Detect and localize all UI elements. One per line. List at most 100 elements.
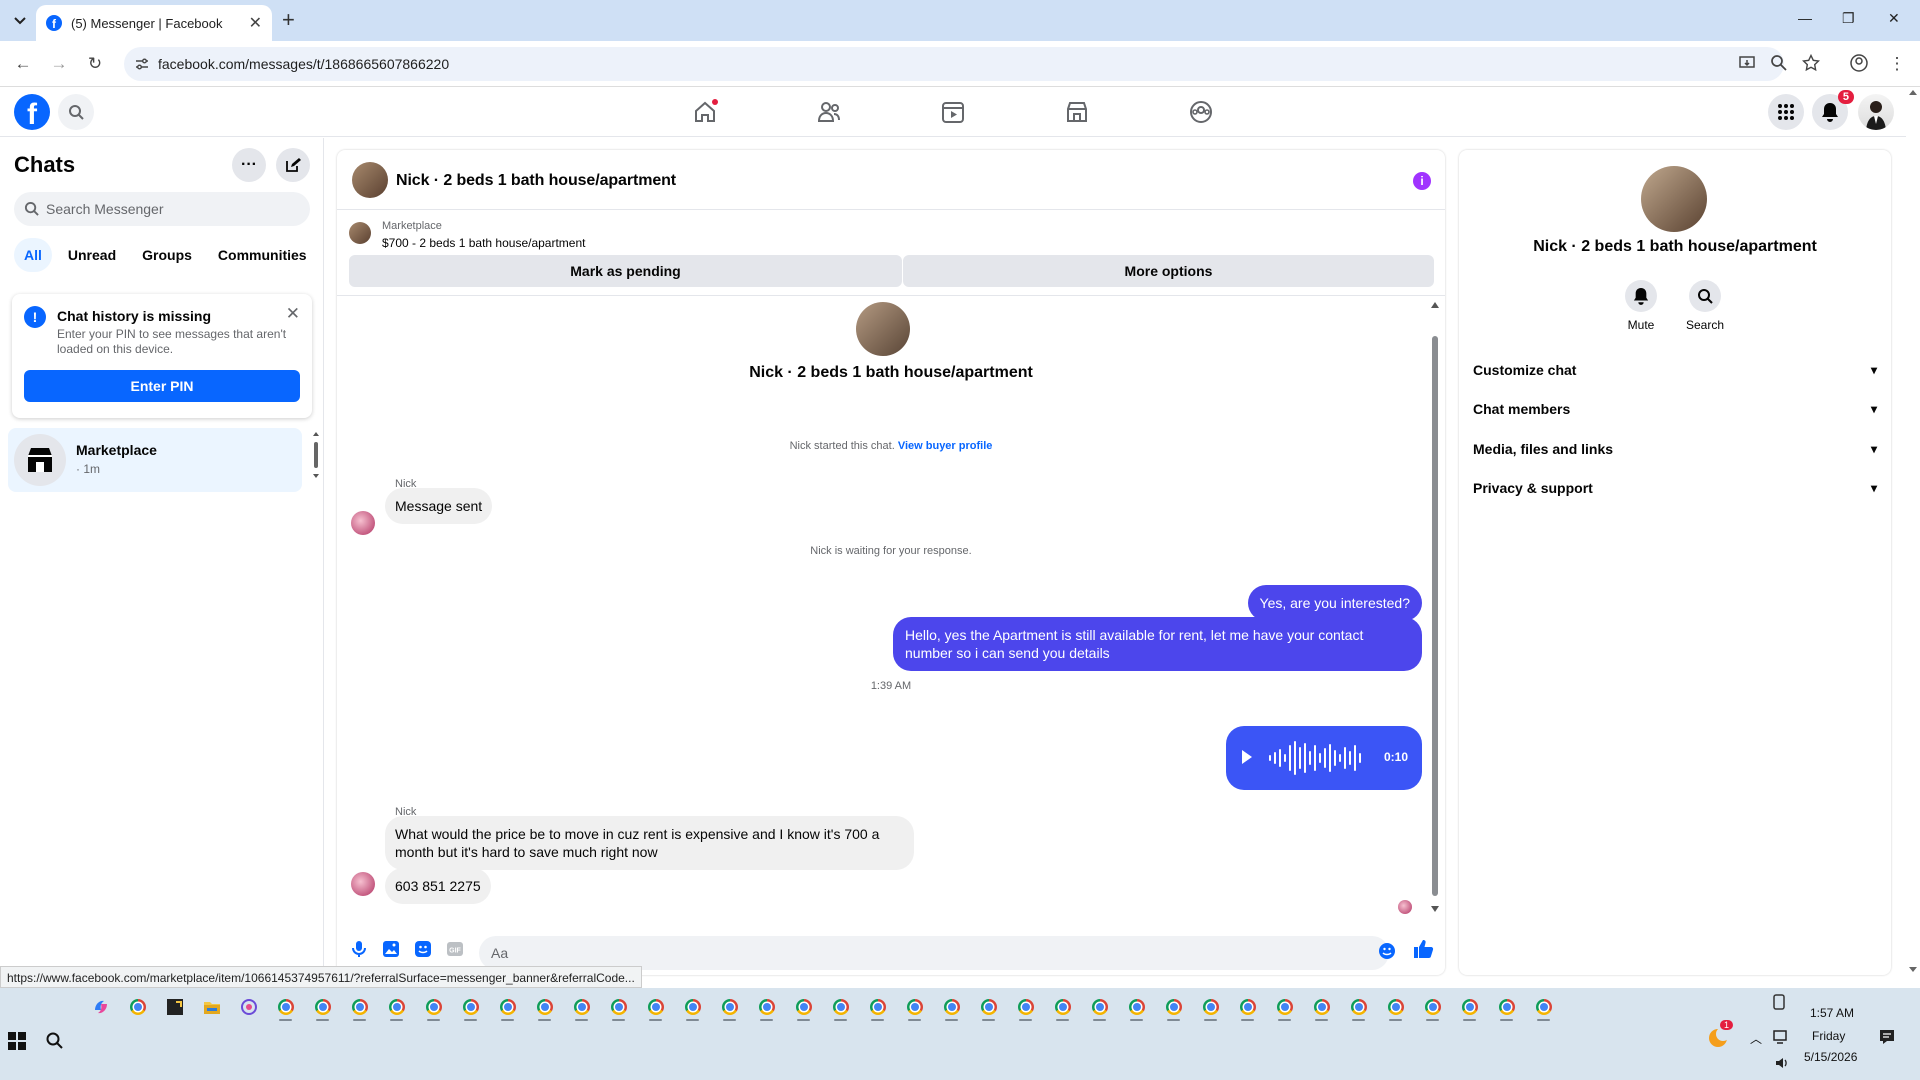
chrome-window-taskbar-button[interactable] bbox=[304, 992, 341, 1022]
chrome-window-taskbar-button[interactable] bbox=[970, 992, 1007, 1022]
notification-center-icon[interactable] bbox=[1878, 1028, 1896, 1046]
customize-chat-section[interactable]: Customize chat ▾ bbox=[1473, 352, 1877, 388]
view-buyer-profile-link[interactable]: View buyer profile bbox=[898, 440, 993, 452]
chrome-window-taskbar-button[interactable] bbox=[674, 992, 711, 1022]
emoji-icon[interactable] bbox=[1377, 942, 1397, 960]
chrome-window-taskbar-button[interactable] bbox=[378, 992, 415, 1022]
site-settings-icon[interactable] bbox=[134, 56, 150, 72]
chrome-window-taskbar-button[interactable] bbox=[1451, 992, 1488, 1022]
address-bar[interactable]: facebook.com/messages/t/1868665607866220 bbox=[124, 47, 1784, 81]
chrome-window-taskbar-button[interactable] bbox=[1525, 992, 1562, 1022]
conversation-item-marketplace[interactable]: Marketplace · 1m bbox=[8, 428, 302, 492]
facebook-logo-icon[interactable]: f bbox=[14, 94, 50, 130]
filter-unread[interactable]: Unread bbox=[58, 238, 126, 272]
chrome-window-taskbar-button[interactable] bbox=[267, 992, 304, 1022]
forward-button[interactable]: → bbox=[48, 53, 70, 75]
nick-avatar[interactable] bbox=[351, 872, 375, 896]
chrome-window-taskbar-button[interactable] bbox=[711, 992, 748, 1022]
windows-start-icon[interactable] bbox=[8, 1032, 26, 1050]
search-in-conversation-button[interactable]: Search bbox=[1677, 280, 1733, 332]
chrome-window-taskbar-button[interactable] bbox=[526, 992, 563, 1022]
nick-avatar[interactable] bbox=[351, 511, 375, 535]
info-icon[interactable]: i bbox=[1413, 172, 1431, 190]
phone-link-icon[interactable] bbox=[1772, 994, 1786, 1010]
back-button[interactable]: ← bbox=[12, 53, 34, 75]
chrome-window-taskbar-button[interactable] bbox=[1229, 992, 1266, 1022]
chrome-window-taskbar-button[interactable] bbox=[415, 992, 452, 1022]
network-icon[interactable] bbox=[1773, 1030, 1791, 1044]
chrome-window-taskbar-button[interactable] bbox=[1007, 992, 1044, 1022]
weather-widget[interactable]: 1 bbox=[1708, 1020, 1734, 1048]
filter-groups[interactable]: Groups bbox=[132, 238, 202, 272]
thumbs-up-icon[interactable] bbox=[1412, 938, 1434, 960]
install-app-icon[interactable] bbox=[1738, 54, 1756, 72]
account-avatar[interactable] bbox=[1858, 94, 1894, 130]
chats-options-button[interactable]: ··· bbox=[232, 148, 266, 182]
restore-button[interactable]: ❐ bbox=[1842, 10, 1855, 27]
chat-header-avatar[interactable] bbox=[352, 162, 388, 198]
listing-thumbnail[interactable] bbox=[349, 222, 371, 244]
chrome-window-taskbar-button[interactable] bbox=[1118, 992, 1155, 1022]
chrome-window-taskbar-button[interactable] bbox=[933, 992, 970, 1022]
tab-search-button[interactable] bbox=[8, 9, 32, 33]
profile-icon[interactable] bbox=[1850, 54, 1868, 72]
filter-communities[interactable]: Communities bbox=[208, 238, 317, 272]
terminal-app-icon[interactable] bbox=[156, 992, 193, 1022]
notifications-button[interactable]: 5 bbox=[1812, 90, 1854, 130]
chrome-window-taskbar-button[interactable] bbox=[489, 992, 526, 1022]
sidebar-scrollbar[interactable] bbox=[313, 430, 319, 480]
chat-scrollbar[interactable] bbox=[1431, 300, 1439, 916]
facebook-search-button[interactable] bbox=[58, 94, 94, 130]
chrome-app-icon[interactable] bbox=[119, 992, 156, 1022]
details-avatar[interactable] bbox=[1641, 166, 1707, 232]
clock-day[interactable]: Friday bbox=[1812, 1029, 1845, 1043]
volume-icon[interactable] bbox=[1775, 1056, 1789, 1070]
chrome-window-taskbar-button[interactable] bbox=[341, 992, 378, 1022]
menu-grid-button[interactable] bbox=[1768, 94, 1804, 130]
copilot-app-icon[interactable] bbox=[82, 992, 119, 1022]
network-app-icon[interactable] bbox=[230, 992, 267, 1022]
message-input[interactable]: Aa bbox=[479, 936, 1389, 970]
minimize-button[interactable]: — bbox=[1798, 10, 1812, 26]
chrome-window-taskbar-button[interactable] bbox=[896, 992, 933, 1022]
close-window-button[interactable]: ✕ bbox=[1888, 10, 1900, 27]
microphone-icon[interactable] bbox=[349, 940, 369, 958]
taskbar-search-icon[interactable] bbox=[46, 1032, 64, 1050]
chat-members-section[interactable]: Chat members ▾ bbox=[1473, 391, 1877, 427]
photo-icon[interactable] bbox=[381, 940, 401, 958]
chrome-window-taskbar-button[interactable] bbox=[748, 992, 785, 1022]
more-options-button[interactable]: More options bbox=[903, 255, 1434, 287]
messenger-search-input[interactable]: Search Messenger bbox=[14, 192, 310, 226]
chrome-window-taskbar-button[interactable] bbox=[1377, 992, 1414, 1022]
groups-nav-icon[interactable] bbox=[1188, 99, 1214, 125]
media-files-links-section[interactable]: Media, files and links ▾ bbox=[1473, 431, 1877, 467]
browser-tab[interactable]: f (5) Messenger | Facebook ✕ bbox=[36, 5, 272, 41]
voice-message[interactable]: 0:10 bbox=[1226, 726, 1422, 790]
home-nav-icon[interactable] bbox=[692, 99, 718, 125]
chrome-window-taskbar-button[interactable] bbox=[637, 992, 674, 1022]
chrome-window-taskbar-button[interactable] bbox=[1414, 992, 1451, 1022]
video-nav-icon[interactable] bbox=[940, 99, 966, 125]
mute-button[interactable]: Mute bbox=[1613, 280, 1669, 332]
enter-pin-button[interactable]: Enter PIN bbox=[24, 370, 300, 402]
chat-header-name[interactable]: Nick · 2 beds 1 bath house/apartment bbox=[396, 172, 676, 190]
reload-button[interactable]: ↻ bbox=[84, 53, 106, 75]
gif-icon[interactable]: GIF bbox=[445, 940, 465, 958]
mark-as-pending-button[interactable]: Mark as pending bbox=[349, 255, 902, 287]
clock-date[interactable]: 5/15/2026 bbox=[1804, 1050, 1857, 1064]
chrome-window-taskbar-button[interactable] bbox=[1266, 992, 1303, 1022]
filter-all[interactable]: All bbox=[14, 238, 52, 272]
chrome-window-taskbar-button[interactable] bbox=[1340, 992, 1377, 1022]
chrome-window-taskbar-button[interactable] bbox=[1044, 992, 1081, 1022]
chrome-window-taskbar-button[interactable] bbox=[563, 992, 600, 1022]
chrome-window-taskbar-button[interactable] bbox=[822, 992, 859, 1022]
new-tab-button[interactable]: + bbox=[282, 8, 295, 32]
show-hidden-icons-chevron-up-icon[interactable]: ︿ bbox=[1750, 1030, 1762, 1047]
clock-time[interactable]: 1:57 AM bbox=[1810, 1006, 1854, 1020]
privacy-support-section[interactable]: Privacy & support ▾ bbox=[1473, 470, 1877, 506]
close-tab-icon[interactable]: ✕ bbox=[249, 13, 262, 33]
marketplace-nav-icon[interactable] bbox=[1064, 99, 1090, 125]
chrome-window-taskbar-button[interactable] bbox=[1081, 992, 1118, 1022]
chrome-window-taskbar-button[interactable] bbox=[1488, 992, 1525, 1022]
chrome-window-taskbar-button[interactable] bbox=[1155, 992, 1192, 1022]
